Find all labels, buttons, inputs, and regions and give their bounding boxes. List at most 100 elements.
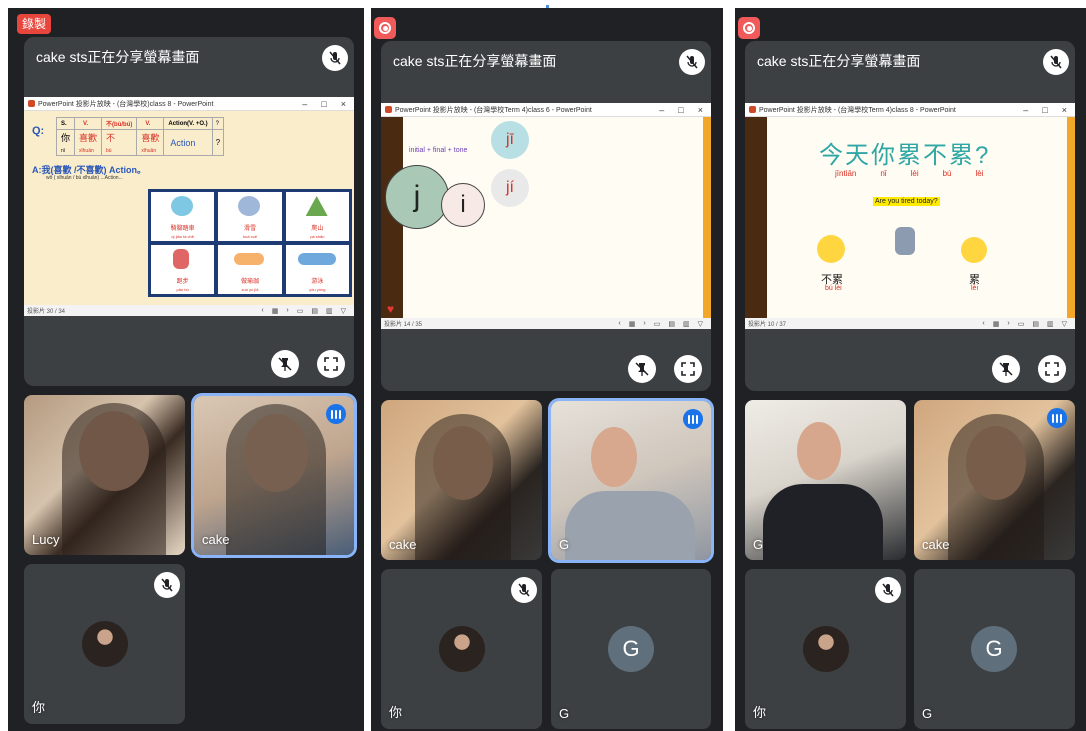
skiing-icon [238,196,261,216]
powerpoint-icon [28,100,35,107]
view-icon: ▭ [1017,320,1025,328]
answer-yes-pinyin: lèi [971,285,979,292]
table-cell: Action [163,129,213,156]
self-name: 你 [32,700,46,715]
view-icon: ▤ [668,320,675,328]
tired-emoji-icon [961,237,987,263]
window-title: PowerPoint 投影片放映 - (台灣學校Term 4)class 8 -… [759,106,956,114]
swimming-icon [297,253,336,265]
cycling-icon [171,196,193,216]
slide-status-bar: 投影片 14 / 35 ‹ ▦ › ▭ ▤ ▥ ▽ [381,318,711,329]
mountain-icon [305,196,328,216]
next-slide-icon: › [286,306,289,314]
table-header: Action(V. +O.) [163,117,213,130]
activity-card: 跑步 pǎo bù [151,245,215,294]
participant-name: cake [202,532,230,547]
participant-name: G [559,537,570,552]
self-tile[interactable]: 你 [24,564,185,724]
prev-slide-icon: ‹ [618,319,621,327]
self-name: 你 [753,705,767,720]
slide-border-left [745,117,767,318]
answer-pinyin: wǒ ( xǐhuān / bù xǐhuān) ...Action... [46,175,123,181]
table-cell: 喜歡 xǐhuān [136,129,165,156]
activity-card: 做瑜珈 zuò yú jiā [218,245,282,294]
fullscreen-button[interactable] [1038,355,1066,383]
unpin-button[interactable] [992,355,1020,383]
tired-person-icon [895,227,915,255]
avatar: G [608,626,654,672]
fullscreen-button[interactable] [674,355,702,383]
slide-counter: 投影片 10 / 37 [748,322,787,328]
table-header: V. [136,117,165,130]
presentation-tile[interactable]: cake sts正在分享螢幕畫面 PowerPoint 投影片放映 - (台灣學… [24,37,354,386]
participant-face [591,427,637,487]
presentation-tile[interactable]: cake sts正在分享螢幕畫面 PowerPoint 投影片放映 - (台灣學… [381,41,711,391]
next-slide-icon: › [643,319,646,327]
mic-off-icon [154,572,180,598]
participant-shirt [763,484,883,560]
view-icon: ▽ [697,320,703,328]
presenter-title: cake sts正在分享螢幕畫面 [393,53,557,69]
slide-content: initial + final + tone j i jī jí ♥ [381,117,711,318]
minimize-icon: – [302,98,308,109]
participant-shirt [565,491,695,560]
table-cell: 喜歡 xǐhuān [74,129,103,156]
presentation-tile[interactable]: cake sts正在分享螢幕畫面 PowerPoint 投影片放映 - (台灣學… [745,41,1075,391]
self-tile[interactable]: 你 [381,569,542,729]
video-tile[interactable]: Lucy [24,395,185,555]
slide-grid-icon: ▦ [628,320,636,328]
participant-name: G [753,537,764,552]
slide-question: 今天你累不累? [819,142,991,169]
slide-border-right [703,117,711,318]
video-tile[interactable]: cake [914,400,1075,560]
video-tile[interactable]: cake [194,396,354,555]
self-name: 你 [389,705,403,720]
close-icon: × [340,98,346,109]
powerpoint-icon [385,106,392,113]
ppt-title-bar: PowerPoint 投影片放映 - (台灣學校Term 4)class 8 -… [745,103,1075,117]
participant-name: G [559,706,570,721]
self-tile[interactable]: 你 [745,569,906,729]
question-label: Q: [32,125,45,137]
mic-off-icon [511,577,537,603]
participant-face [797,422,841,480]
meet-window-1: cake sts正在分享螢幕畫面 PowerPoint 投影片放映 - (台灣學… [8,8,364,731]
video-tile[interactable]: G [745,400,906,560]
english-translation: Are you tired today? [873,197,940,206]
activity-card: 爬山 pá shān [285,192,349,241]
table-cell: ? [211,129,225,156]
speaking-indicator-icon [683,409,703,429]
sentence-table: S. V. 不(bù/bú) V. Action(V. +O.) ? 你 nǐ 喜… [55,117,225,156]
maximize-icon: □ [1042,104,1048,115]
participant-hair [415,414,511,560]
table-cell: 你 nǐ [55,129,76,156]
slide-grid-icon: ▦ [992,320,1000,328]
presenter-title: cake sts正在分享螢幕畫面 [36,49,200,65]
slide-status-bar: 投影片 10 / 37 ‹ ▦ › ▭ ▤ ▥ ▽ [745,318,1075,329]
video-tile[interactable]: cake [381,400,542,560]
view-icon: ▭ [653,320,661,328]
unpin-button[interactable] [628,355,656,383]
close-icon: × [1061,104,1067,115]
video-tile[interactable]: G [551,401,711,560]
maximize-icon: □ [678,104,684,115]
table-header: S. [55,117,76,130]
minimize-icon: – [659,104,665,115]
maximize-icon: □ [321,98,327,109]
slide-content: 今天你累不累? jīntiān nǐ lèi bú lèi Are you tired … [745,117,1075,318]
fullscreen-button[interactable] [317,350,345,378]
heart-icon: ♥ [387,302,395,316]
unpin-button[interactable] [271,350,299,378]
speaking-indicator-icon [1047,408,1067,428]
view-icon: ▤ [311,307,318,315]
close-icon: × [697,104,703,115]
shared-screen: PowerPoint 投影片放映 - (台灣學校Term 4)class 8 -… [745,103,1075,329]
shared-screen: PowerPoint 投影片放映 - (台灣學校)class 8 - Power… [24,97,354,316]
ppt-title-bar: PowerPoint 投影片放映 - (台灣學校)class 8 - Power… [24,97,354,111]
participant-tile[interactable]: G G [551,569,711,729]
participant-tile[interactable]: G G [914,569,1075,729]
slide-border-right [1067,117,1075,318]
activity-card: 騎腳踏車 qí jiǎo tà chē [151,192,215,241]
prev-slide-icon: ‹ [261,306,264,314]
participant-name: G [922,706,933,721]
